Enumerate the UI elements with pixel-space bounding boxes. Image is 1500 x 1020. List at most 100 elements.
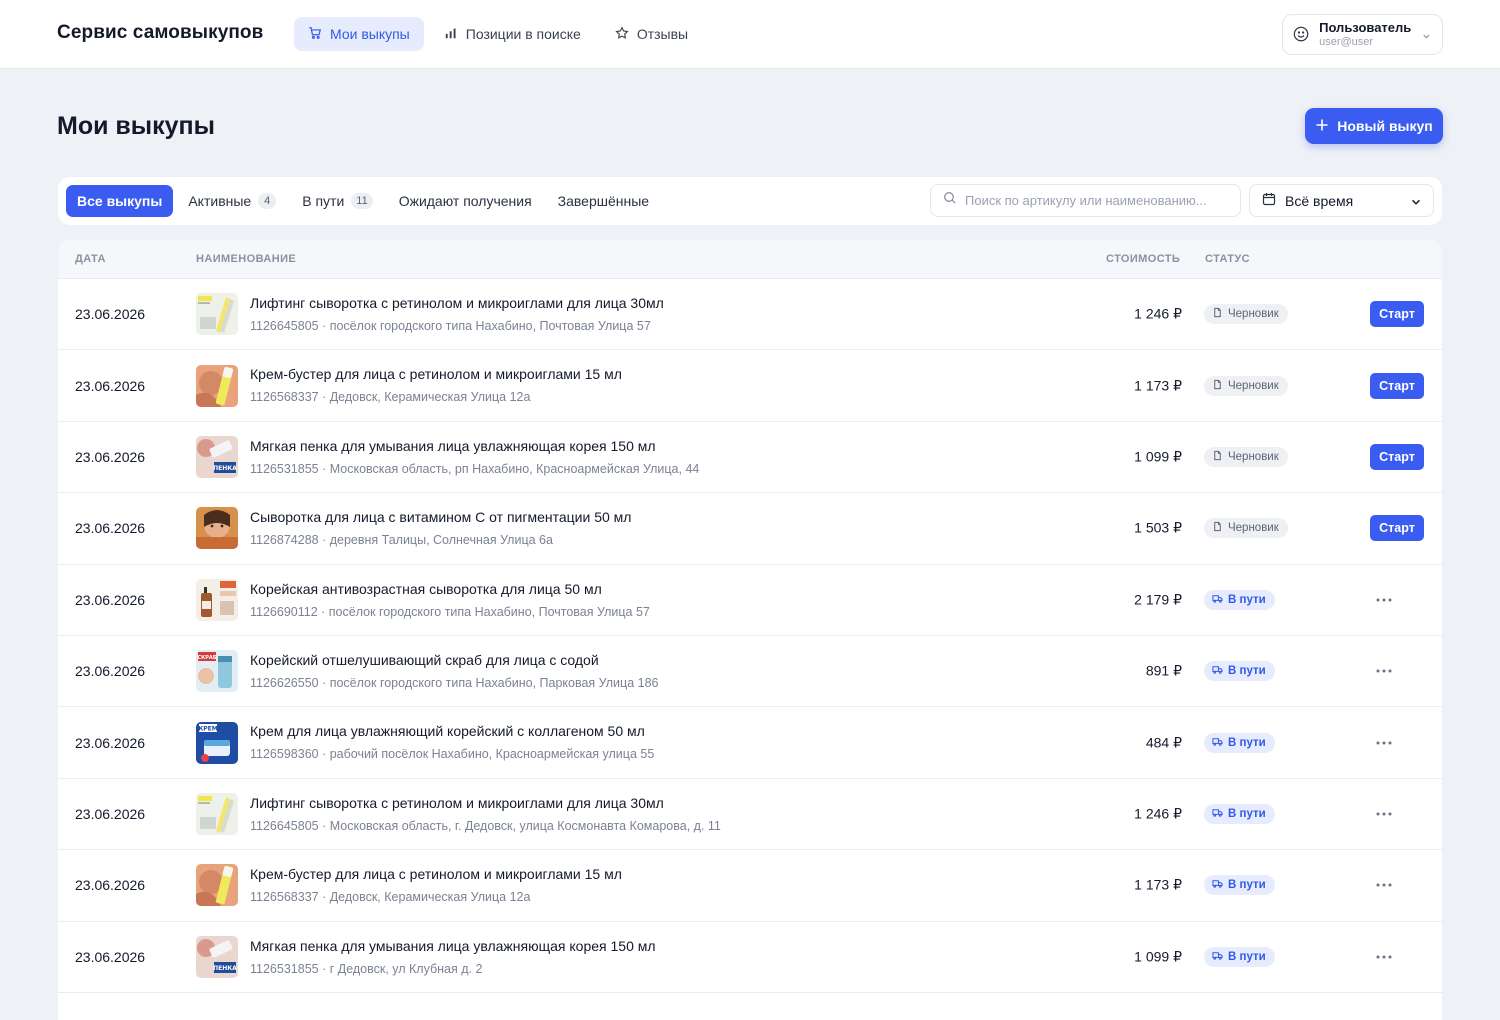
- product-article-address: 1126626550 · посёлок городского типа Нах…: [250, 675, 659, 690]
- table-row[interactable]: 23.06.2026 СКРАБ Корейский отшелушивающи…: [58, 636, 1442, 708]
- table-row[interactable]: 23.06.2026 Корейская антивозрастная сыво…: [58, 565, 1442, 636]
- product-article-address: 1126874288 · деревня Талицы, Солнечная У…: [250, 533, 553, 548]
- truck-icon: [1212, 664, 1223, 678]
- nav-item-reviews[interactable]: Отзывы: [601, 17, 702, 51]
- status-label: В пути: [1228, 879, 1266, 892]
- status-label: Черновик: [1228, 522, 1279, 535]
- tab-awaiting-pickup[interactable]: Ожидают получения: [388, 185, 543, 217]
- tab-all[interactable]: Все выкупы: [66, 185, 174, 217]
- status-label: Черновик: [1228, 308, 1279, 321]
- table-row[interactable]: 23.06.2026 Лифтинг сыворотка с ретинолом…: [58, 779, 1442, 851]
- row-date: 23.06.2026: [75, 448, 146, 465]
- calendar-icon: [1262, 192, 1276, 209]
- product-name: Мягкая пенка для умывания лица увлажняющ…: [250, 437, 656, 454]
- tab-label: Ожидают получения: [398, 193, 532, 209]
- table-row[interactable]: 23.06.2026 Сыворотка для лица с витамино…: [58, 493, 1442, 565]
- more-options-icon[interactable]: [1374, 875, 1394, 895]
- column-header-name: НАИМЕНОВАНИЕ: [196, 253, 297, 265]
- tab-label: В пути: [302, 193, 345, 209]
- row-price: 1 173 ₽: [1134, 377, 1182, 394]
- new-purchase-button[interactable]: Новый выкуп: [1305, 108, 1443, 144]
- more-options-icon[interactable]: [1374, 804, 1394, 824]
- more-options-icon[interactable]: [1374, 947, 1394, 967]
- row-price: 2 179 ₽: [1134, 591, 1182, 608]
- tab-count-badge: 4: [258, 193, 277, 209]
- nav-item-label: Позиции в поиске: [465, 26, 581, 42]
- document-icon: [1212, 307, 1223, 321]
- document-icon: [1212, 521, 1223, 535]
- row-date: 23.06.2026: [75, 591, 146, 608]
- product-thumbnail: ПЕНКА: [196, 935, 238, 978]
- row-price: 891 ₽: [1145, 662, 1182, 679]
- tab-completed[interactable]: Завершённые: [547, 185, 660, 217]
- table-body: 23.06.2026 Лифтинг сыворотка с ретинолом…: [58, 279, 1442, 993]
- tab-in-transit[interactable]: В пути 11: [291, 185, 383, 217]
- row-date: 23.06.2026: [75, 734, 146, 751]
- row-date: 23.06.2026: [75, 805, 146, 822]
- nav-item-label: Отзывы: [636, 26, 689, 42]
- product-article-address: 1126645805 · посёлок городского типа Нах…: [250, 319, 651, 333]
- status-label: Черновик: [1228, 450, 1279, 463]
- plus-icon: [1315, 118, 1329, 135]
- table-row[interactable]: 23.06.2026 ПЕНКА Мягкая пенка для умыван…: [58, 922, 1442, 993]
- nav-item-my-purchases[interactable]: Мои выкупы: [294, 17, 424, 51]
- document-icon: [1212, 379, 1223, 393]
- start-button[interactable]: Старт: [1370, 372, 1424, 399]
- more-options-icon[interactable]: [1374, 590, 1394, 610]
- period-value: Всё время: [1285, 192, 1354, 209]
- purchases-table: ДАТА НАИМЕНОВАНИЕ СТОИМОСТЬ СТАТУС 23.06…: [58, 240, 1442, 1020]
- product-thumbnail: [196, 364, 238, 407]
- tab-active[interactable]: Активные 4: [177, 185, 287, 217]
- status-badge: В пути: [1204, 732, 1275, 753]
- user-name: Пользователь: [1319, 19, 1412, 35]
- product-thumbnail: [196, 293, 238, 336]
- status-badge: Черновик: [1204, 446, 1288, 467]
- product-name: Крем-бустер для лица с ретинолом и микро…: [250, 366, 622, 383]
- nav-item-search-positions[interactable]: Позиции в поиске: [430, 17, 595, 51]
- row-date: 23.06.2026: [75, 663, 146, 680]
- tab-label: Все выкупы: [77, 193, 163, 209]
- row-price: 1 099 ₽: [1134, 948, 1182, 965]
- user-menu[interactable]: Пользователь user@user: [1282, 14, 1443, 55]
- row-date: 23.06.2026: [75, 377, 146, 394]
- app-title: Сервис самовыкупов: [57, 22, 264, 43]
- status-label: В пути: [1228, 950, 1266, 963]
- tab-label: Активные: [188, 193, 252, 209]
- status-badge: В пути: [1204, 803, 1275, 824]
- period-select[interactable]: Всё время: [1249, 184, 1434, 217]
- product-article-address: 1126531855 · г Дедовск, ул Клубная д. 2: [250, 961, 483, 976]
- bar-chart-icon: [444, 26, 458, 43]
- product-thumbnail: [196, 507, 238, 550]
- status-badge: В пути: [1204, 946, 1275, 967]
- more-options-icon[interactable]: [1374, 661, 1394, 681]
- tab-label: Завершённые: [557, 193, 650, 209]
- row-price: 1 503 ₽: [1134, 519, 1182, 536]
- product-article-address: 1126531855 · Московская область, рп Наха…: [250, 461, 700, 476]
- product-thumbnail: [196, 792, 238, 835]
- new-purchase-label: Новый выкуп: [1337, 118, 1433, 134]
- table-header: ДАТА НАИМЕНОВАНИЕ СТОИМОСТЬ СТАТУС: [58, 240, 1442, 279]
- more-options-icon[interactable]: [1374, 733, 1394, 753]
- chevron-down-icon: [1409, 195, 1421, 207]
- product-name: Лифтинг сыворотка с ретинолом и микроигл…: [250, 794, 664, 811]
- table-row[interactable]: 23.06.2026 Лифтинг сыворотка с ретинолом…: [58, 279, 1442, 351]
- table-row[interactable]: 23.06.2026 Крем-бустер для лица с ретино…: [58, 350, 1442, 422]
- table-row[interactable]: 23.06.2026 Крем-бустер для лица с ретино…: [58, 850, 1442, 922]
- start-button[interactable]: Старт: [1370, 515, 1424, 542]
- thumb-text: СКРАБ: [197, 655, 216, 661]
- start-button[interactable]: Старт: [1370, 443, 1424, 470]
- search-input[interactable]: [965, 193, 1228, 208]
- product-thumbnail: [196, 864, 238, 907]
- truck-icon: [1212, 878, 1223, 892]
- product-name: Сыворотка для лица с витамином С от пигм…: [250, 509, 632, 526]
- cart-icon: [308, 26, 322, 43]
- table-row[interactable]: 23.06.2026 ПЕНКА Мягкая пенка для умыван…: [58, 422, 1442, 494]
- product-name: Корейский отшелушивающий скраб для лица …: [250, 651, 599, 668]
- truck-icon: [1212, 807, 1223, 821]
- table-row[interactable]: 23.06.2026 КРЕМ Крем для лица увлажняющи…: [58, 707, 1442, 779]
- status-tabs: Все выкупы Активные 4 В пути 11 Ожидают по…: [66, 185, 660, 217]
- row-date: 23.06.2026: [75, 306, 146, 323]
- row-price: 484 ₽: [1145, 734, 1182, 751]
- start-button[interactable]: Старт: [1370, 301, 1424, 328]
- truck-icon: [1212, 736, 1223, 750]
